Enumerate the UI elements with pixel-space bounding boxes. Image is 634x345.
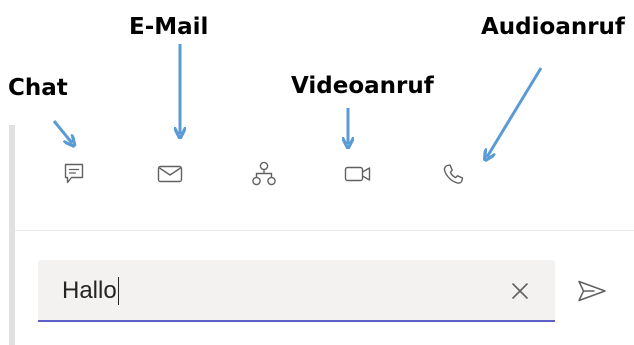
message-input[interactable]: Hallo: [38, 260, 555, 322]
mail-icon: [157, 165, 183, 183]
clear-button[interactable]: [508, 279, 532, 303]
video-call-button[interactable]: [338, 154, 378, 194]
chat-button[interactable]: [54, 154, 94, 194]
email-button[interactable]: [150, 154, 190, 194]
org-chart-button[interactable]: [244, 154, 284, 194]
text-caret: [117, 277, 120, 305]
video-icon: [344, 166, 371, 182]
phone-icon: [443, 164, 464, 184]
arrow-chat: [52, 120, 72, 143]
message-input-value: Hallo: [62, 277, 117, 304]
send-button[interactable]: [574, 275, 610, 307]
panel-left-border: [9, 125, 15, 345]
close-icon: [512, 283, 528, 299]
org-chart-icon: [252, 161, 276, 186]
audio-call-button[interactable]: [433, 154, 473, 194]
message-input-text-wrap: Hallo: [62, 277, 120, 305]
arrow-audio-call: [487, 67, 543, 157]
section-divider: [15, 230, 634, 231]
chat-icon: [64, 163, 84, 184]
send-icon: [578, 280, 606, 302]
